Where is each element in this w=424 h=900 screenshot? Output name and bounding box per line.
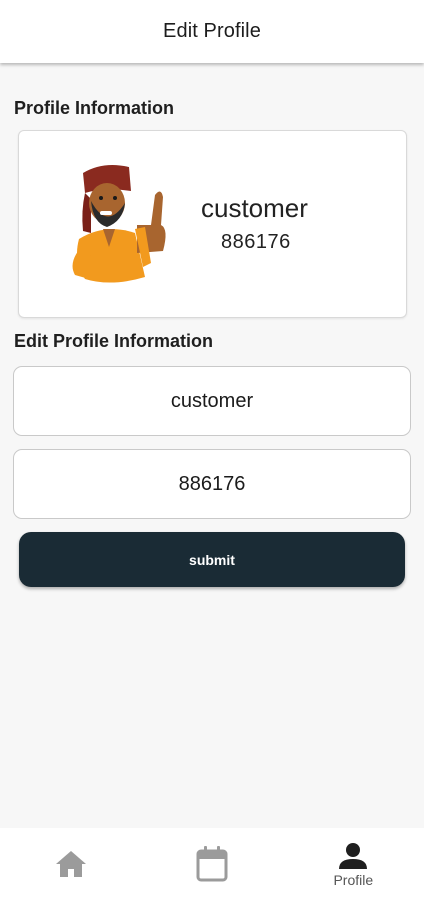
avatar [45,151,179,293]
avatar-illustration [72,165,166,283]
name-input[interactable] [14,367,410,435]
nav-home[interactable] [0,828,141,900]
submit-button[interactable]: submit [19,532,405,587]
id-field[interactable] [13,449,411,519]
profile-id: 886176 [221,231,291,253]
name-field[interactable] [13,366,411,436]
bottom-navigation: Profile [0,828,424,900]
profile-information-heading: Profile Information [14,98,175,118]
home-icon [55,851,86,877]
profile-card: customer 886176 [18,130,407,318]
person-icon [339,843,368,869]
nav-profile-label: Profile [333,872,374,888]
id-input[interactable] [14,450,410,518]
nav-profile[interactable]: Profile [283,828,424,900]
edit-profile-information-heading: Edit Profile Information [14,331,214,351]
app-bar: Edit Profile [0,0,424,63]
calendar-icon [196,846,228,882]
nav-calendar[interactable] [141,828,282,900]
profile-name: customer [201,193,308,223]
edit-profile-screen: Edit Profile Profile Information custome… [0,0,424,900]
page-title: Edit Profile [163,20,261,42]
